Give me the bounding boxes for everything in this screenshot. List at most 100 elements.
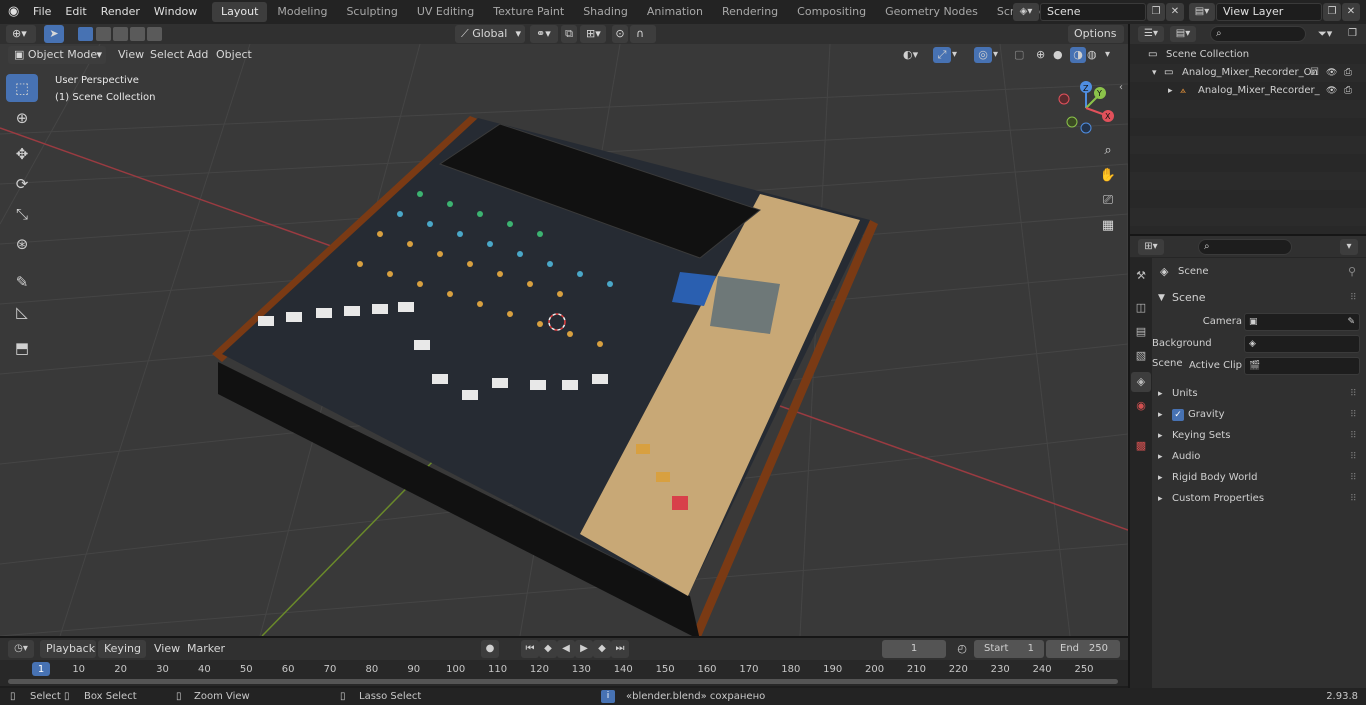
record-icon[interactable]: ●	[481, 640, 499, 658]
shading-solid-icon[interactable]: ●	[1053, 47, 1069, 63]
snap-toggle-icon[interactable]: ⧉	[561, 25, 577, 43]
scene-selector[interactable]: Scene	[1040, 3, 1146, 21]
add-cube-tool[interactable]: ⬒	[6, 334, 38, 362]
transform-orientation-dropdown[interactable]: ⟋ Global ▾	[455, 25, 525, 43]
proportional-edit-icon[interactable]: ⊙	[612, 25, 628, 43]
shading-rendered-icon[interactable]: ◍	[1087, 47, 1103, 63]
annotate-tool[interactable]: ✎	[6, 268, 38, 296]
snap-target-icon[interactable]: ⊞▾	[580, 25, 606, 43]
new-scene-icon[interactable]: ❐	[1147, 3, 1165, 21]
render-tab[interactable]: ◫	[1131, 298, 1151, 318]
menu-add[interactable]: Add	[187, 46, 208, 64]
workspace-tab-animation[interactable]: Animation	[638, 2, 712, 22]
properties-options-icon[interactable]: ▾	[1340, 239, 1358, 255]
render-camera-icon[interactable]: ⎙	[1344, 64, 1352, 82]
sidebar-toggle-icon[interactable]: ‹	[1119, 82, 1123, 93]
options-dropdown[interactable]: Options ▾	[1068, 25, 1124, 58]
mode-dropdown[interactable]: ▣ Object Mode ▾	[8, 46, 106, 64]
3d-viewport[interactable]: Z Y X ▣ Object Mode ▾ View Select Add Obj…	[0, 44, 1128, 636]
view-layer-icon[interactable]: ▤▾	[1189, 3, 1215, 21]
menu-edit[interactable]: Edit	[58, 0, 93, 24]
perspective-toggle-button[interactable]: ▦	[1097, 215, 1119, 237]
subpanel-units[interactable]: ▸ Units ⠿	[1152, 384, 1366, 404]
workspace-tab-uv-editing[interactable]: UV Editing	[408, 2, 483, 22]
subpanel-rigid-body-world[interactable]: ▸ Rigid Body World ⠿	[1152, 468, 1366, 488]
scene-icon[interactable]: ◈▾	[1013, 3, 1039, 21]
workspace-tab-sculpting[interactable]: Sculpting	[337, 2, 406, 22]
gravity-checkbox[interactable]: ✓	[1172, 409, 1184, 421]
property-field-background-scene[interactable]: ◈	[1244, 335, 1360, 353]
drag-handle-icon[interactable]: ⠿	[1350, 288, 1357, 308]
menu-view[interactable]: View	[118, 46, 144, 64]
outliner-editor-icon[interactable]: ☰▾	[1138, 26, 1164, 42]
workspace-tab-shading[interactable]: Shading	[574, 2, 637, 22]
gizmo-toggle-icon[interactable]: ⤢	[933, 47, 951, 63]
play-reverse-icon[interactable]: ◀	[557, 640, 575, 658]
select-mode-invert-icon[interactable]	[130, 27, 145, 41]
prev-keyframe-icon[interactable]: ◆	[539, 640, 557, 658]
eye-icon[interactable]: 👁	[1326, 82, 1337, 100]
select-mode-intersect-icon[interactable]	[147, 27, 162, 41]
rotate-tool[interactable]: ⟳	[6, 170, 38, 198]
shading-wireframe-icon[interactable]: ⊕	[1036, 47, 1052, 63]
timeline-ruler[interactable]: 1 10 20 30 40 50 60 70 80 90 100 110 120 130 140 150 160…	[0, 660, 1128, 686]
drag-handle-icon[interactable]: ⠿	[1350, 489, 1357, 509]
measure-tool[interactable]: ◺	[6, 298, 38, 326]
subpanel-audio[interactable]: ▸ Audio ⠿	[1152, 447, 1366, 467]
property-field-camera[interactable]: ▣ ✎	[1244, 313, 1360, 331]
drag-handle-icon[interactable]: ⠿	[1350, 468, 1357, 488]
menu-object[interactable]: Object	[216, 46, 252, 64]
world-tab[interactable]: ◉	[1131, 396, 1151, 416]
outliner-search-input[interactable]: ⌕	[1210, 26, 1306, 42]
pin-icon[interactable]: ⚲	[1348, 262, 1356, 282]
jump-end-icon[interactable]: ⏭	[611, 640, 629, 658]
select-box-tool[interactable]: ⬚	[6, 74, 38, 102]
pan-button[interactable]: ✋	[1097, 165, 1119, 187]
delete-scene-icon[interactable]: ✕	[1166, 3, 1184, 21]
select-mode-subtract-icon[interactable]	[113, 27, 128, 41]
eye-icon[interactable]: 👁	[1326, 64, 1337, 82]
current-frame-field[interactable]: 1	[882, 640, 946, 658]
end-frame-field[interactable]: End 250	[1046, 640, 1120, 658]
subpanel-custom-properties[interactable]: ▸ Custom Properties ⠿	[1152, 489, 1366, 509]
subpanel-keying-sets[interactable]: ▸ Keying Sets ⠿	[1152, 426, 1366, 446]
chevron-right-icon[interactable]: ▸	[1168, 82, 1173, 100]
display-mode-icon[interactable]: ▤▾	[1170, 26, 1196, 42]
properties-editor-icon[interactable]: ⊞▾	[1138, 239, 1164, 255]
camera-view-button[interactable]: ⎚	[1097, 190, 1119, 212]
scene-tab[interactable]: ◈	[1131, 372, 1151, 392]
output-tab[interactable]: ▤	[1131, 322, 1151, 342]
timeline-marker-menu[interactable]: Marker	[187, 640, 225, 658]
outliner-row[interactable]: ▾ ▭ Analog_Mixer_Recorder_On ☑ 👁 ⎙	[1130, 64, 1366, 82]
tool-tab[interactable]: ⚒	[1131, 266, 1151, 286]
filter-icon[interactable]: ⏷▾	[1318, 26, 1344, 42]
move-tool[interactable]: ✥	[6, 140, 38, 168]
workspace-tab-modeling[interactable]: Modeling	[268, 2, 336, 22]
menu-select[interactable]: Select	[150, 46, 184, 64]
timeline-editor-icon[interactable]: ◷▾	[8, 640, 34, 658]
xray-toggle-icon[interactable]: ▢	[1014, 47, 1030, 63]
chevron-down-icon[interactable]: ▾	[1152, 64, 1157, 82]
jump-start-icon[interactable]: ⏮	[521, 640, 539, 658]
workspace-tab-geometry-nodes[interactable]: Geometry Nodes	[876, 2, 987, 22]
zoom-button[interactable]: ⌕	[1097, 140, 1119, 162]
render-camera-icon[interactable]: ⎙	[1344, 82, 1352, 100]
workspace-tab-texture-paint[interactable]: Texture Paint	[484, 2, 573, 22]
editor-type-icon[interactable]: ⊕▾	[6, 25, 36, 43]
proportional-falloff-icon[interactable]: ∩	[630, 25, 656, 43]
drag-handle-icon[interactable]: ⠿	[1350, 405, 1357, 425]
subpanel-gravity[interactable]: ▸ ✓ Gravity ⠿	[1152, 405, 1366, 425]
eyedropper-icon[interactable]: ✎	[1347, 314, 1355, 330]
property-field-active-clip[interactable]: 🎬	[1244, 357, 1360, 375]
play-icon[interactable]: ▶	[575, 640, 593, 658]
scene-panel-header[interactable]: ▼ Scene ⠿	[1152, 288, 1366, 308]
timeline-scrollbar[interactable]	[8, 679, 1118, 684]
select-tool-icon[interactable]: ➤	[44, 25, 64, 43]
drag-handle-icon[interactable]: ⠿	[1350, 447, 1357, 467]
drag-handle-icon[interactable]: ⠿	[1350, 426, 1357, 446]
view-layer-selector[interactable]: View Layer	[1216, 3, 1322, 21]
scale-tool[interactable]: ⤡	[6, 200, 38, 228]
next-keyframe-icon[interactable]: ◆	[593, 640, 611, 658]
workspace-tab-rendering[interactable]: Rendering	[713, 2, 787, 22]
visibility-icon[interactable]: ◐▾	[903, 47, 929, 63]
